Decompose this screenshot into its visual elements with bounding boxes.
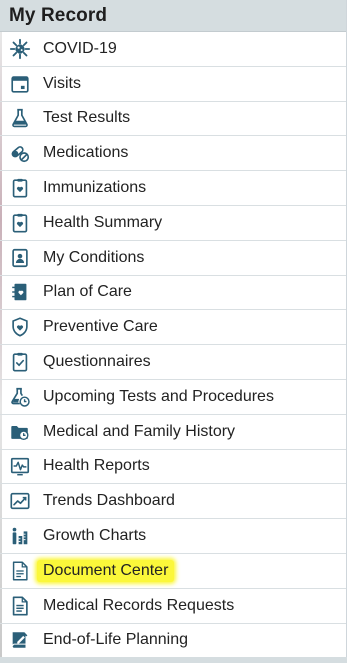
menu-item-label: Plan of Care [43, 283, 132, 301]
panel-title: My Record [9, 4, 108, 26]
notebook-heart-icon [9, 281, 31, 303]
menu-item-label: Health Reports [43, 457, 150, 475]
menu-item-test-results[interactable]: Test Results [0, 102, 346, 137]
menu-item-label: Medical Records Requests [43, 596, 235, 614]
menu-item-immunizations[interactable]: Immunizations [0, 171, 346, 206]
menu-item-label: Trends Dashboard [43, 492, 175, 510]
shield-heart-icon [9, 316, 31, 338]
menu-item-medical-and-family-history[interactable]: Medical and Family History [0, 415, 346, 450]
menu-item-document-center[interactable]: Document Center [0, 554, 346, 589]
panel-header: My Record [0, 0, 346, 32]
menu-item-health-reports[interactable]: Health Reports [0, 450, 346, 485]
menu-item-medications[interactable]: Medications [0, 136, 346, 172]
menu-item-label: Growth Charts [43, 527, 147, 545]
folder-clock-icon [9, 421, 31, 443]
menu-item-label: Upcoming Tests and Procedures [43, 387, 274, 405]
trend-chart-icon [9, 490, 31, 512]
menu-item-label: COVID-19 [43, 39, 117, 57]
menu-item-label: My Conditions [43, 248, 145, 266]
menu-item-label: Medications [43, 144, 129, 162]
menu-item-visits[interactable]: Visits [0, 67, 346, 102]
menu-item-label: Health Summary [43, 213, 163, 231]
panel-footer-bar [0, 657, 347, 663]
menu-item-growth-charts[interactable]: Growth Charts [0, 519, 346, 554]
document-icon [9, 560, 31, 582]
menu-item-my-conditions[interactable]: My Conditions [0, 241, 346, 276]
menu-item-label: End-of-Life Planning [43, 631, 188, 649]
virus-icon [9, 38, 31, 60]
menu-item-label: Visits [43, 74, 81, 92]
record-menu: COVID-19 Visits Test Results Medications… [0, 32, 346, 659]
pills-icon [9, 142, 31, 164]
menu-item-label: Immunizations [43, 179, 147, 197]
book-pen-icon [9, 629, 31, 651]
menu-item-medical-records-requests[interactable]: Medical Records Requests [0, 589, 346, 624]
flask-icon [9, 107, 31, 129]
checklist-icon [9, 351, 31, 373]
clipboard-heart-icon [9, 177, 31, 199]
calendar-icon [9, 73, 31, 95]
menu-item-label: Medical and Family History [43, 422, 236, 440]
my-record-panel: My Record COVID-19 Visits Test Results M… [0, 0, 347, 663]
menu-item-covid-19[interactable]: COVID-19 [0, 32, 346, 67]
document-lines-icon [9, 595, 31, 617]
menu-item-preventive-care[interactable]: Preventive Care [0, 310, 346, 346]
menu-item-plan-of-care[interactable]: Plan of Care [0, 276, 346, 311]
menu-item-label: Document Center [37, 559, 175, 582]
menu-item-label: Test Results [43, 109, 131, 127]
menu-item-upcoming-tests-and-procedures[interactable]: Upcoming Tests and Procedures [0, 380, 346, 415]
flask-clock-icon [9, 386, 31, 408]
menu-item-label: Preventive Care [43, 318, 158, 336]
menu-item-end-of-life-planning[interactable]: End-of-Life Planning [0, 624, 346, 659]
menu-item-health-summary[interactable]: Health Summary [0, 206, 346, 241]
menu-item-label: Questionnaires [43, 353, 151, 371]
growth-bars-icon [9, 525, 31, 547]
menu-item-trends-dashboard[interactable]: Trends Dashboard [0, 484, 346, 520]
clipboard-heart-icon [9, 212, 31, 234]
person-card-icon [9, 247, 31, 269]
pulse-chart-icon [9, 455, 31, 477]
menu-item-questionnaires[interactable]: Questionnaires [0, 345, 346, 380]
